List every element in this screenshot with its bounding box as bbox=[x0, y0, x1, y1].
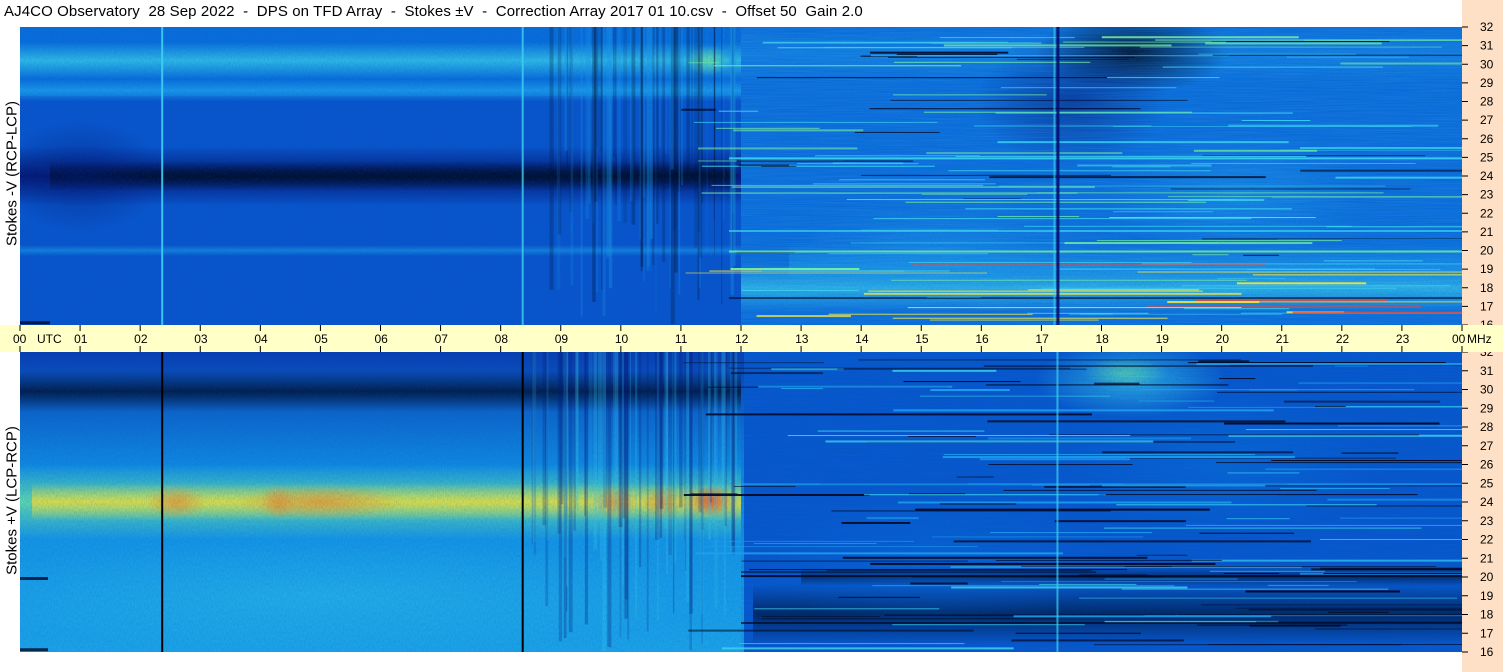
time-tick-label: 18 bbox=[1096, 332, 1110, 346]
time-tick-label: 07 bbox=[435, 332, 449, 346]
freq-tick-label: 21 bbox=[1480, 551, 1494, 565]
freq-tick-label: 24 bbox=[1480, 169, 1494, 183]
freq-tick-label: 31 bbox=[1480, 364, 1494, 378]
freq-tick-label: 32 bbox=[1480, 20, 1494, 34]
freq-tick-label: 28 bbox=[1480, 95, 1494, 109]
time-tick-label: 10 bbox=[615, 332, 629, 346]
freq-tick-label: 27 bbox=[1480, 439, 1494, 453]
freq-tick-label: 29 bbox=[1480, 401, 1494, 415]
chart-title: AJ4CO Observatory 28 Sep 2022 - DPS on T… bbox=[4, 3, 863, 20]
time-tick-label: 13 bbox=[795, 332, 809, 346]
freq-tick-label: 22 bbox=[1480, 206, 1494, 220]
bottom-y-label: Stokes +V (LCP-RCP) bbox=[3, 426, 21, 575]
freq-tick-label: 26 bbox=[1480, 458, 1494, 472]
time-tick-label: 22 bbox=[1336, 332, 1350, 346]
time-tick-label: 00 bbox=[13, 332, 27, 346]
time-tick-label: 16 bbox=[975, 332, 989, 346]
freq-tick-label: 17 bbox=[1480, 626, 1494, 640]
freq-tick-label: 20 bbox=[1480, 570, 1494, 584]
freq-tick-label: 25 bbox=[1480, 476, 1494, 490]
time-tick-label: 01 bbox=[74, 332, 88, 346]
freq-tick-label: 17 bbox=[1480, 299, 1494, 313]
bottom-spectrogram bbox=[20, 352, 1462, 652]
freq-tick-label: 27 bbox=[1480, 113, 1494, 127]
time-tick-label: 04 bbox=[254, 332, 268, 346]
freq-tick-label: 23 bbox=[1480, 514, 1494, 528]
freq-tick-label: 24 bbox=[1480, 495, 1494, 509]
freq-tick-label: 21 bbox=[1480, 225, 1494, 239]
time-tick-label: 03 bbox=[194, 332, 208, 346]
top-spectrogram bbox=[20, 27, 1462, 325]
time-tick-label: 14 bbox=[855, 332, 869, 346]
time-tick-label: 06 bbox=[375, 332, 389, 346]
freq-tick-label: 25 bbox=[1480, 150, 1494, 164]
freq-unit-label: MHz bbox=[1467, 332, 1492, 346]
freq-tick-label: 16 bbox=[1480, 318, 1494, 325]
time-tick-label: 08 bbox=[495, 332, 509, 346]
freq-tick-label: 18 bbox=[1480, 608, 1494, 622]
freq-tick-label: 19 bbox=[1480, 589, 1494, 603]
time-tick-label: 02 bbox=[134, 332, 148, 346]
time-tick-label: 19 bbox=[1156, 332, 1170, 346]
freq-tick-label: 20 bbox=[1480, 244, 1494, 258]
freq-tick-label: 22 bbox=[1480, 533, 1494, 547]
freq-tick-label: 16 bbox=[1480, 645, 1494, 659]
top-freq-axis: 32 31 30 29 28 27 26 25 24 23 22 21 20 19 18 17 16 bbox=[1462, 0, 1503, 325]
time-tick-label: 05 bbox=[314, 332, 328, 346]
time-tick-label: 21 bbox=[1276, 332, 1290, 346]
time-tick-label: 00 bbox=[1452, 332, 1466, 346]
freq-tick-label: 28 bbox=[1480, 420, 1494, 434]
top-y-label: Stokes -V (RCP-LCP) bbox=[3, 100, 21, 247]
time-tick-label: 20 bbox=[1216, 332, 1230, 346]
freq-tick-label: 29 bbox=[1480, 76, 1494, 90]
freq-tick-label: 30 bbox=[1480, 383, 1494, 397]
freq-tick-label: 23 bbox=[1480, 188, 1494, 202]
freq-tick-label: 31 bbox=[1480, 39, 1494, 53]
freq-tick-label: 26 bbox=[1480, 132, 1494, 146]
time-tick-label: 11 bbox=[675, 332, 688, 346]
time-tick-label: 15 bbox=[915, 332, 929, 346]
bottom-freq-axis: 32 31 30 29 28 27 26 25 24 23 22 21 20 19 18 17 16 bbox=[1462, 352, 1503, 672]
time-tick-label: 17 bbox=[1035, 332, 1049, 346]
time-axis: 00 01 02 03 04 05 06 07 08 09 10 11 12 13 14 15 16 17 18 19… bbox=[0, 325, 1503, 352]
freq-tick-label: 32 bbox=[1480, 352, 1494, 359]
time-unit-label: UTC bbox=[37, 332, 62, 346]
freq-tick-label: 19 bbox=[1480, 262, 1494, 276]
freq-tick-label: 30 bbox=[1480, 57, 1494, 71]
freq-tick-label: 18 bbox=[1480, 281, 1494, 295]
time-tick-label: 12 bbox=[735, 332, 749, 346]
time-tick-label: 23 bbox=[1396, 332, 1410, 346]
time-tick-label: 09 bbox=[555, 332, 569, 346]
